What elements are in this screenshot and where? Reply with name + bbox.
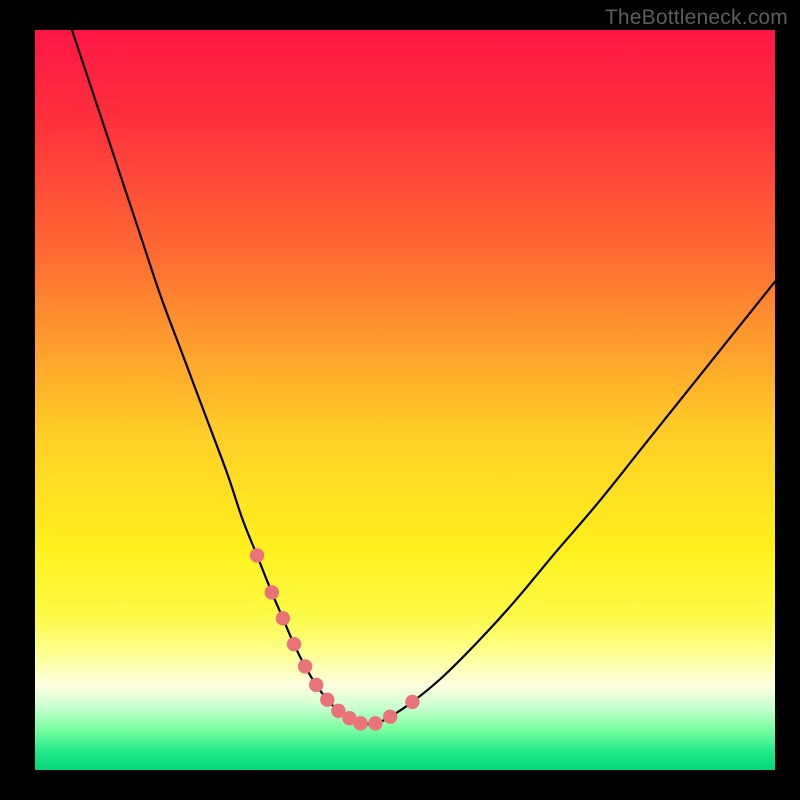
plot-background	[35, 30, 775, 770]
highlight-dot	[320, 693, 334, 707]
chart-frame: TheBottleneck.com	[0, 0, 800, 800]
highlight-dot	[405, 695, 419, 709]
watermark-text: TheBottleneck.com	[605, 6, 788, 30]
highlight-dot	[250, 548, 264, 562]
highlight-dot	[309, 678, 323, 692]
highlight-dot	[298, 659, 312, 673]
highlight-dot	[368, 716, 382, 730]
highlight-dot	[265, 585, 279, 599]
highlight-dot	[383, 710, 397, 724]
highlight-dot	[276, 611, 290, 625]
bottleneck-chart	[35, 30, 775, 770]
highlight-dot	[353, 716, 367, 730]
highlight-dot	[287, 637, 301, 651]
